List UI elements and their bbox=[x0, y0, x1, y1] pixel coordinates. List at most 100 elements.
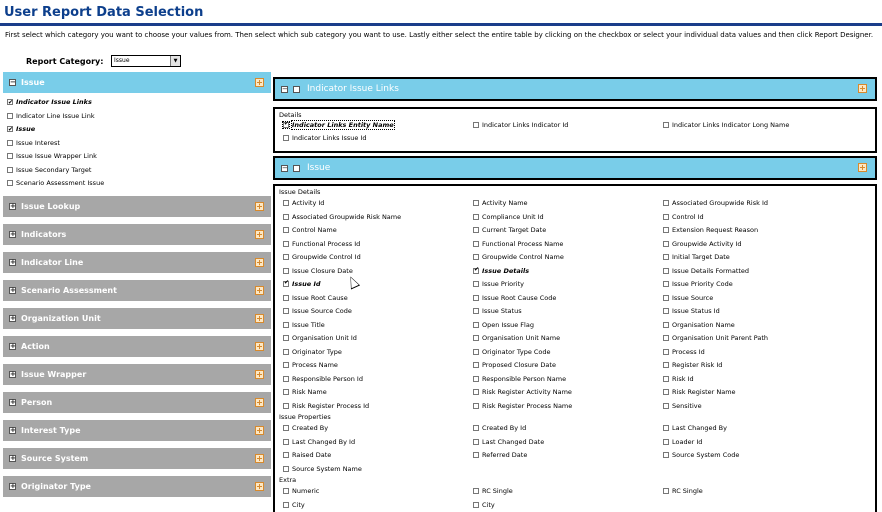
expand-icon[interactable]: + bbox=[9, 454, 16, 462]
select-all-checkbox[interactable] bbox=[293, 86, 300, 93]
field-sensitive[interactable]: Sensitive bbox=[663, 402, 702, 411]
field-associated-groupwide-risk-id[interactable]: Associated Groupwide Risk Id bbox=[663, 199, 768, 208]
field-checkbox[interactable] bbox=[473, 213, 479, 220]
field-city[interactable]: City bbox=[473, 501, 495, 510]
field-organisation-unit-parent-path[interactable]: Organisation Unit Parent Path bbox=[663, 334, 768, 343]
field-indicator-links-indicator-id[interactable]: Indicator Links Indicator Id bbox=[473, 121, 568, 130]
table-select-icon[interactable] bbox=[255, 481, 264, 491]
field-proposed-closure-date[interactable]: Proposed Closure Date bbox=[473, 361, 556, 370]
field-raised-date[interactable]: Raised Date bbox=[283, 451, 331, 460]
field-checkbox[interactable] bbox=[663, 267, 669, 274]
field-compliance-unit-id[interactable]: Compliance Unit Id bbox=[473, 213, 544, 222]
subcategory-checkbox[interactable] bbox=[7, 123, 13, 137]
field-checkbox[interactable] bbox=[283, 501, 289, 508]
field-initial-target-date[interactable]: Initial Target Date bbox=[663, 253, 730, 262]
field-checkbox[interactable] bbox=[473, 240, 479, 247]
collapse-icon[interactable]: − bbox=[9, 79, 16, 86]
subcategory-checkbox[interactable] bbox=[7, 96, 13, 110]
field-originator-type[interactable]: Originator Type bbox=[283, 348, 342, 357]
category-header-issue[interactable]: − Issue bbox=[3, 72, 271, 93]
field-risk-register-process-id[interactable]: Risk Register Process Id bbox=[283, 402, 369, 411]
category-header-originator-type[interactable]: + Originator Type bbox=[3, 475, 271, 497]
field-checkbox[interactable] bbox=[473, 501, 479, 508]
field-checkbox[interactable] bbox=[283, 488, 289, 494]
subcategory-item-issue-secondary-target[interactable]: Issue Secondary Target bbox=[7, 164, 271, 178]
panel-header[interactable]: − Issue bbox=[273, 156, 877, 180]
field-checkbox[interactable] bbox=[663, 452, 669, 458]
field-checkbox[interactable] bbox=[283, 278, 289, 287]
field-rc-single[interactable]: RC Single bbox=[473, 487, 513, 496]
subcategory-item-issue-issue-wrapper-link[interactable]: Issue Issue Wrapper Link bbox=[7, 150, 271, 164]
field-checkbox[interactable] bbox=[473, 227, 479, 233]
field-checkbox[interactable] bbox=[283, 254, 289, 260]
field-checkbox[interactable] bbox=[283, 425, 289, 431]
field-created-by-id[interactable]: Created By Id bbox=[473, 424, 526, 433]
field-control-id[interactable]: Control Id bbox=[663, 213, 704, 222]
field-checkbox[interactable] bbox=[283, 402, 289, 409]
expand-icon[interactable]: + bbox=[9, 370, 16, 378]
table-select-icon[interactable] bbox=[858, 84, 867, 93]
field-checkbox[interactable] bbox=[283, 321, 289, 328]
field-checkbox[interactable] bbox=[663, 438, 669, 445]
field-checkbox[interactable] bbox=[663, 213, 669, 220]
field-checkbox[interactable] bbox=[473, 294, 479, 301]
table-select-icon[interactable] bbox=[255, 425, 264, 435]
field-extension-request-reason[interactable]: Extension Request Reason bbox=[663, 226, 758, 235]
field-issue-title[interactable]: Issue Title bbox=[283, 321, 325, 330]
field-organisation-unit-id[interactable]: Organisation Unit Id bbox=[283, 334, 357, 343]
subcategory-checkbox[interactable] bbox=[7, 180, 13, 186]
field-last-changed-by[interactable]: Last Changed By bbox=[663, 424, 727, 433]
field-checkbox[interactable] bbox=[473, 362, 479, 368]
subcategory-checkbox[interactable] bbox=[7, 112, 13, 119]
expand-icon[interactable]: + bbox=[9, 342, 16, 350]
collapse-icon[interactable]: − bbox=[281, 86, 288, 93]
field-current-target-date[interactable]: Current Target Date bbox=[473, 226, 546, 235]
field-issue-root-cause[interactable]: Issue Root Cause bbox=[283, 294, 348, 303]
field-numeric[interactable]: Numeric bbox=[283, 487, 319, 496]
expand-icon[interactable]: + bbox=[9, 426, 16, 434]
field-checkbox[interactable] bbox=[283, 294, 289, 301]
field-checkbox[interactable] bbox=[283, 267, 289, 274]
category-header-indicator-line[interactable]: + Indicator Line bbox=[3, 251, 271, 273]
subcategory-item-issue[interactable]: Issue bbox=[7, 123, 271, 137]
field-checkbox[interactable] bbox=[663, 122, 669, 128]
table-select-icon[interactable] bbox=[255, 369, 264, 379]
field-risk-register-name[interactable]: Risk Register Name bbox=[663, 388, 736, 397]
subcategory-item-indicator-line-issue-link[interactable]: Indicator Line Issue Link bbox=[7, 110, 271, 124]
field-indicator-links-indicator-long-name[interactable]: Indicator Links Indicator Long Name bbox=[663, 121, 789, 130]
field-risk-name[interactable]: Risk Name bbox=[283, 388, 327, 397]
field-checkbox[interactable] bbox=[663, 200, 669, 206]
field-issue-closure-date[interactable]: Issue Closure Date bbox=[283, 267, 353, 276]
field-issue-source[interactable]: Issue Source bbox=[663, 294, 713, 303]
field-checkbox[interactable] bbox=[663, 425, 669, 431]
field-issue-details-formatted[interactable]: Issue Details Formatted bbox=[663, 267, 749, 276]
field-checkbox[interactable] bbox=[473, 402, 479, 409]
expand-icon[interactable]: + bbox=[9, 286, 16, 294]
field-checkbox[interactable] bbox=[283, 213, 289, 220]
field-issue-source-code[interactable]: Issue Source Code bbox=[283, 307, 352, 316]
field-last-changed-date[interactable]: Last Changed Date bbox=[473, 438, 544, 447]
field-functional-process-name[interactable]: Functional Process Name bbox=[473, 240, 563, 249]
table-select-icon[interactable] bbox=[255, 229, 264, 239]
field-checkbox[interactable] bbox=[473, 200, 479, 206]
field-groupwide-activity-id[interactable]: Groupwide Activity Id bbox=[663, 240, 742, 249]
expand-icon[interactable]: + bbox=[9, 482, 16, 490]
field-open-issue-flag[interactable]: Open Issue Flag bbox=[473, 321, 534, 330]
field-source-system-name[interactable]: Source System Name bbox=[283, 465, 362, 474]
table-select-icon[interactable] bbox=[255, 78, 264, 87]
field-checkbox[interactable] bbox=[663, 308, 669, 314]
field-checkbox[interactable] bbox=[283, 348, 289, 355]
table-select-icon[interactable] bbox=[858, 163, 867, 172]
field-groupwide-control-id[interactable]: Groupwide Control Id bbox=[283, 253, 361, 262]
category-header-indicators[interactable]: + Indicators bbox=[3, 223, 271, 245]
field-source-system-code[interactable]: Source System Code bbox=[663, 451, 739, 460]
field-organisation-unit-name[interactable]: Organisation Unit Name bbox=[473, 334, 560, 343]
field-risk-id[interactable]: Risk Id bbox=[663, 375, 694, 384]
table-select-icon[interactable] bbox=[255, 453, 264, 463]
field-issue-status[interactable]: Issue Status bbox=[473, 307, 522, 316]
field-rc-single[interactable]: RC Single bbox=[663, 487, 703, 496]
field-process-id[interactable]: Process Id bbox=[663, 348, 705, 357]
field-created-by[interactable]: Created By bbox=[283, 424, 328, 433]
field-checkbox[interactable] bbox=[473, 122, 479, 128]
field-checkbox[interactable] bbox=[473, 425, 479, 431]
